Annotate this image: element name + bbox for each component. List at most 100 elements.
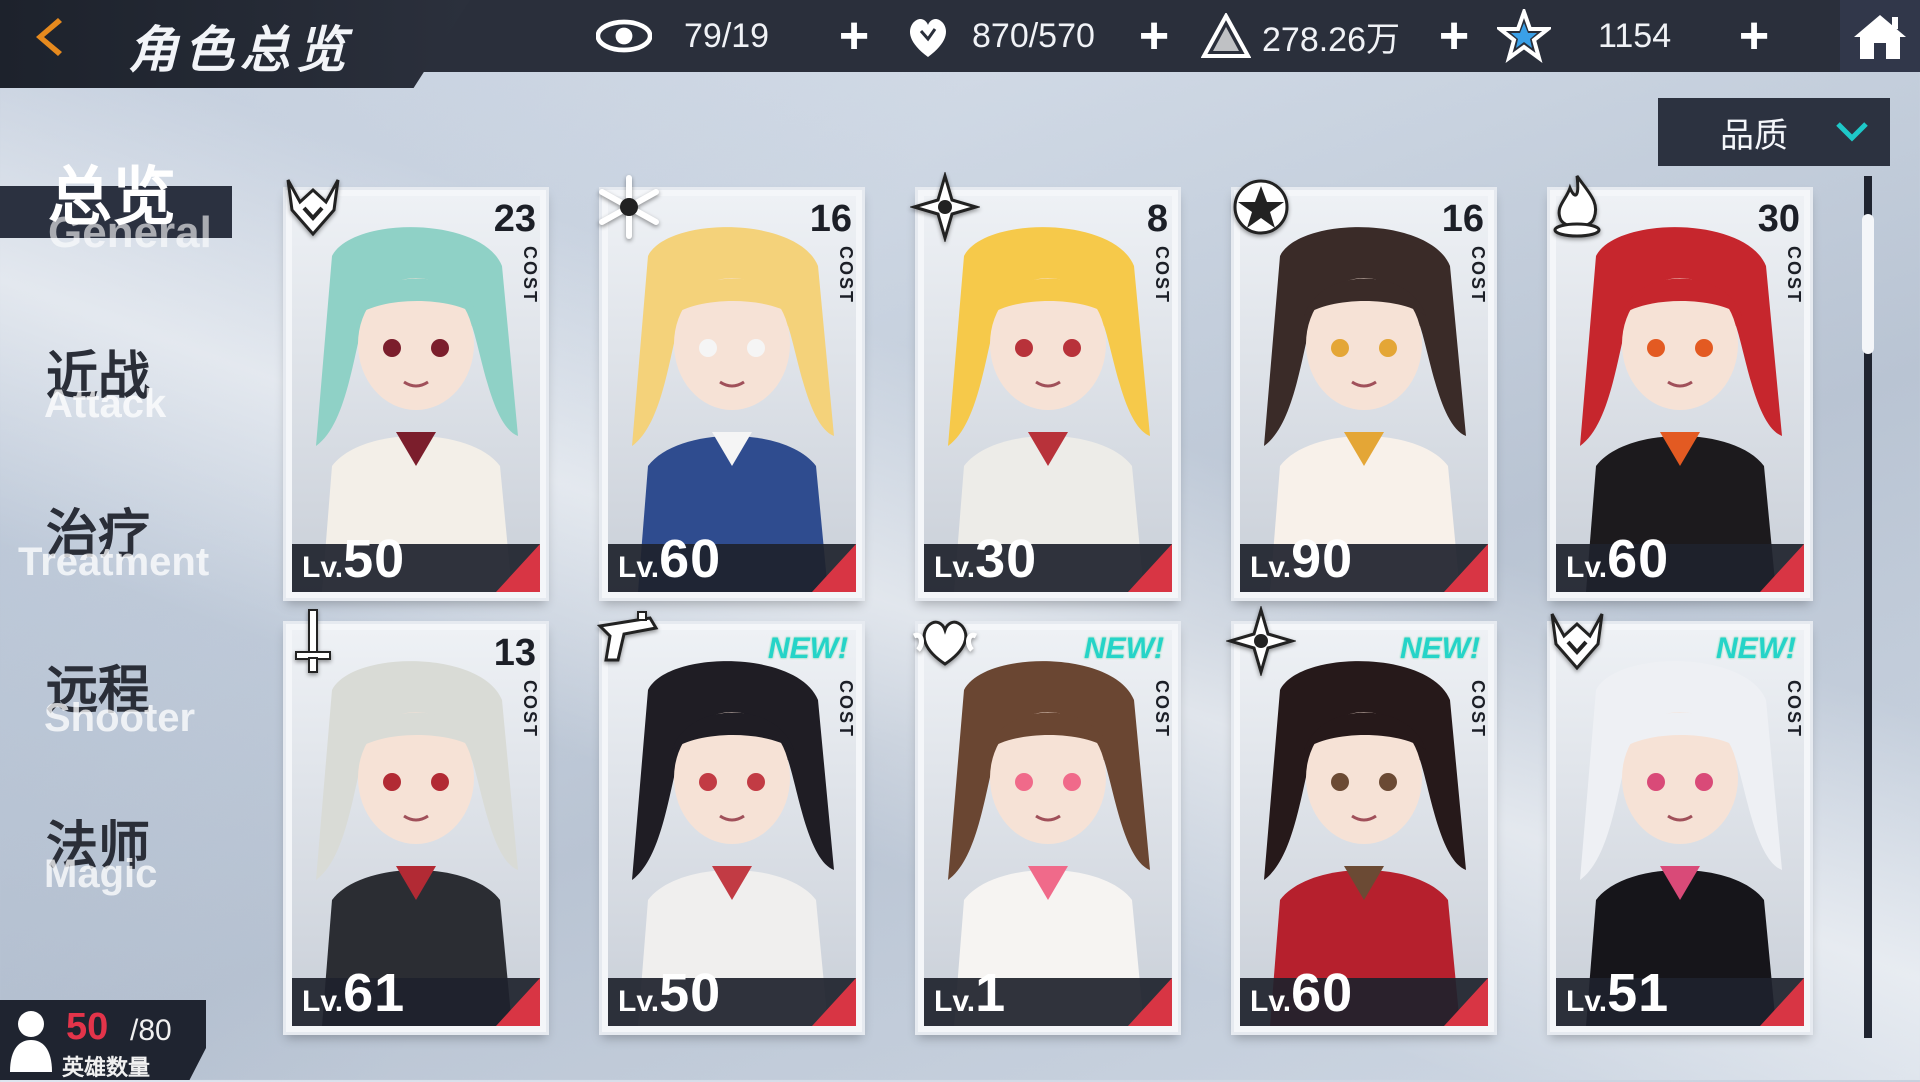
rarity-corner [496,544,540,592]
new-badge: NEW! [768,632,848,665]
hero-level: Lv.51 [1566,962,1669,1024]
rarity-corner [812,978,856,1026]
hero-count-current: 50 [66,1006,109,1048]
level-bar: Lv.60 [1240,963,1488,1026]
level-prefix: Lv. [934,985,976,1018]
level-bar: Lv.1 [924,963,1172,1026]
level-prefix: Lv. [302,551,344,584]
gun-icon [594,606,664,676]
new-badge: NEW! [1400,632,1480,665]
hero-level: Lv.61 [302,962,405,1024]
level-bar: Lv.60 [608,529,856,592]
level-prefix: Lv. [1250,551,1292,584]
level-value: 1 [975,963,1007,1023]
resource-value: 870/570 [972,16,1095,55]
level-prefix: Lv. [1566,551,1608,584]
nav-label-en: Shooter [44,696,196,740]
back-arrow-icon [36,18,62,56]
level-value: 60 [659,529,722,589]
scrollbar-thumb[interactable] [1862,214,1874,354]
hero-card[interactable]: COST NEW! Lv.1 [918,624,1178,1032]
rarity-corner [1444,978,1488,1026]
nav-label-en: Attack [44,382,167,426]
home-icon [1854,15,1906,59]
hero-level: Lv.60 [1566,528,1669,590]
nav-item-general[interactable]: 总览 General [0,142,270,257]
hero-card[interactable]: COST NEW! Lv.50 [602,624,862,1032]
add-vision-button[interactable]: + [832,10,876,62]
hero-card[interactable]: 13 COST Lv.61 [286,624,546,1032]
level-prefix: Lv. [302,985,344,1018]
person-icon [10,1011,52,1072]
resource-vision: 79/19 [596,0,769,72]
nav-label-en: Treatment [18,540,210,584]
hero-count-panel: 50 /80 英雄数量 [0,1000,206,1080]
rarity-corner [1760,978,1804,1026]
resource-value: 1154 [1598,16,1672,55]
cost-value: 30 [1757,198,1800,240]
cost-label: COST [1784,246,1804,305]
sword-icon [278,606,348,676]
level-value: 50 [343,529,406,589]
hero-card[interactable]: 16 COST Lv.90 [1234,190,1494,598]
level-value: 51 [1607,963,1670,1023]
sort-dropdown[interactable]: 品质 [1658,98,1890,166]
hero-card[interactable]: 16 COST Lv.60 [602,190,862,598]
heart-wing-icon [910,606,980,676]
resource-value: 79/19 [684,16,770,55]
hero-card[interactable]: 23 COST Lv.50 [286,190,546,598]
flame-icon [1542,172,1612,242]
home-button[interactable] [1840,0,1920,72]
resource-value: 278.26万 [1262,20,1400,59]
nav-item-attack[interactable]: 近战 Attack [0,330,270,440]
page-title: 角色总览 [128,21,352,79]
hero-card[interactable]: COST NEW! Lv.51 [1550,624,1810,1032]
chevron-down-icon [1836,122,1868,142]
cost-label: COST [1152,680,1172,739]
nav-item-treatment[interactable]: 治疗 Treatment [0,488,270,598]
level-value: 61 [343,963,406,1023]
cost-label: COST [1468,680,1488,739]
back-button[interactable] [24,12,74,62]
level-value: 60 [1607,529,1670,589]
cost-label: COST [520,246,540,305]
nav-item-shooter[interactable]: 远程 Shooter [0,644,270,754]
level-bar: Lv.61 [292,963,540,1026]
crest-icon [1226,172,1296,242]
hero-card[interactable]: 30 COST Lv.60 [1550,190,1810,598]
add-gems-button[interactable]: + [1732,10,1776,62]
level-bar: Lv.50 [292,529,540,592]
level-bar: Lv.50 [608,963,856,1026]
add-stamina-button[interactable]: + [1132,10,1176,62]
level-prefix: Lv. [618,551,660,584]
hero-level: Lv.60 [1250,962,1353,1024]
new-badge: NEW! [1716,632,1796,665]
cost-label: COST [836,680,856,739]
hero-card[interactable]: COST NEW! Lv.60 [1234,624,1494,1032]
cost-label: COST [520,680,540,739]
rarity-corner [1444,544,1488,592]
snowflake-icon [594,172,664,242]
cost-label: COST [836,246,856,305]
shuriken-icon [908,170,982,244]
nav-label-en: General [48,208,212,257]
level-prefix: Lv. [1250,985,1292,1018]
cost-value: 23 [493,198,536,240]
hero-level: Lv.50 [302,528,405,590]
level-bar: Lv.51 [1556,963,1804,1026]
level-prefix: Lv. [1566,985,1608,1018]
rarity-corner [1128,544,1172,592]
nav-item-magic[interactable]: 法师 Magic [0,800,270,910]
level-value: 60 [1291,963,1354,1023]
add-gold-button[interactable]: + [1432,10,1476,62]
cost-value: 8 [1146,198,1168,240]
level-value: 30 [975,529,1038,589]
rarity-corner [812,544,856,592]
resource-gold: 278.26万 [1198,0,1400,72]
pyramid-icon [1198,8,1254,64]
hero-card[interactable]: 8 COST Lv.30 [918,190,1178,598]
hero-level: Lv.30 [934,528,1037,590]
eye-icon [596,8,652,64]
star-icon [1496,8,1552,64]
sort-label: 品质 [1720,116,1788,155]
